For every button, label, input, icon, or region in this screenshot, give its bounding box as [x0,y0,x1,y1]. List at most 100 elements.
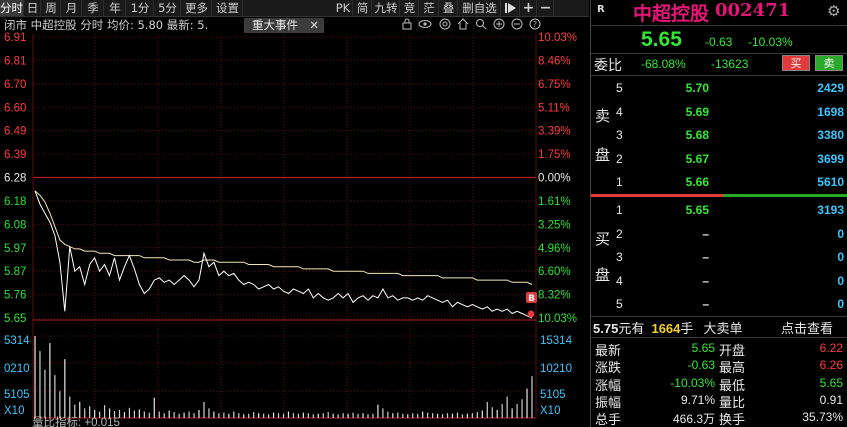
pct-tick-label: 8.32% [538,290,571,302]
sell-level-row[interactable]: 2 5.67 3699 [591,152,847,170]
price-tick-label: 6.49 [4,126,26,138]
stat-label: 总手 [595,413,622,427]
stock-name: 中超控股 [633,3,710,25]
b-marker[interactable]: B [526,292,537,318]
big-order-unit2: 手 [680,322,694,337]
sell-button[interactable]: 卖 [815,55,843,71]
price-tick-label: 6.60 [4,102,26,114]
sell-level-row[interactable]: 3 5.68 3380 [591,128,847,146]
sell-level-row[interactable]: 1 5.66 5610 [591,175,847,193]
price-tick-label: 5.97 [4,243,26,255]
price-tick-label: 6.91 [4,32,26,44]
pct-tick-label: 3.39% [538,126,571,138]
volume-tick-label: X10 [4,405,24,417]
price-tick-label: 5.65 [4,313,26,325]
volume-tick-label: 5314 [4,335,30,347]
sell-pressure-bar [591,194,723,197]
level-volume: 0 [837,273,844,288]
buy-pressure-bar [723,194,847,197]
stat-row: 振幅 9.71% 量比 0.91 [591,392,847,411]
price-tick-label: 6.81 [4,55,26,67]
price-tick-label: 6.39 [4,149,26,161]
volume-tick-label-right: 15314 [540,335,573,347]
sell-level-row[interactable]: 5 5.70 2429 [591,81,847,99]
buy-level-row[interactable]: 4 – 0 [591,274,847,292]
stat-label: 最高 [719,361,746,377]
big-order-qty: 1664 [651,321,681,336]
pct-tick-label: 10.03% [538,32,577,44]
price-tick-label: 5.87 [4,266,26,278]
level-number: 4 [616,104,623,119]
level-volume: 3193 [817,203,844,217]
stat-value: 5.65 [691,341,715,355]
buy-level-row[interactable]: 2 – 0 [591,227,847,245]
buy-level-row[interactable]: 3 – 0 [591,250,847,268]
level-volume: 0 [837,250,844,264]
buy-level-row[interactable]: 1 5.65 3193 [591,203,847,221]
level-number: 2 [616,151,623,166]
intraday-chart: 6.91 10.03% 6.81 8.46% 6.70 6.75% 6.60 5.11% 6.4… [4,32,577,427]
big-order-label: 大卖单 [703,322,743,337]
volume-tick-label-right: 5105 [540,389,566,401]
stat-row: 涨跌 -0.63 最高 6.26 [591,357,847,377]
volume-tick-label: 0210 [4,363,30,375]
level-volume: 3699 [817,151,844,166]
stat-row: 最新 5.65 开盘 6.22 [591,340,847,359]
big-order-row[interactable]: 5.75元有 1664手 大卖单 [593,318,743,337]
level-number: 1 [616,175,623,189]
level-price: 5.66 [685,175,709,189]
last-price-dot [527,310,535,318]
level-price: 5.65 [685,203,709,217]
level-price: 5.69 [685,104,709,119]
stat-label: 量比 [719,395,746,411]
level-price: 5.70 [685,81,709,95]
last-price: 5.65 [641,28,682,51]
volume-tick-label-right: 10210 [540,363,572,375]
level-number: 4 [616,273,623,288]
webi-value: -68.08% [641,57,686,71]
click-to-view-link[interactable]: 点击查看 [781,318,833,337]
average-price-line [34,190,533,285]
level-price: 5.68 [685,128,709,142]
stat-row: 总手 466.3万 换手 35.73% [591,409,847,427]
price-tick-label: 6.18 [4,196,26,208]
pct-tick-label: 10.03% [538,313,577,325]
price-change-pct: -10.03% [748,35,793,49]
buy-button[interactable]: 买 [782,55,810,71]
stat-label: 振幅 [595,395,622,411]
stat-value: 6.26 [819,358,843,373]
price-tick-label: 6.28 [4,173,26,185]
level-volume: 5610 [817,175,844,189]
realtime-badge: R [597,4,605,15]
price-axis: 6.91 10.03% 6.81 8.46% 6.70 6.75% 6.60 5.11% 6.4… [4,32,577,325]
pct-tick-label: 3.25% [538,219,571,231]
price-tick-label: 6.70 [4,79,26,91]
stock-code: 002471 [715,0,791,21]
stat-label: 最新 [595,344,622,359]
volume-tick-label: 5105 [4,389,30,401]
buy-level-row[interactable]: 5 – 0 [591,297,847,315]
stat-label: 最低 [719,378,746,394]
level-number: 3 [616,128,623,142]
gear-icon[interactable]: ⚙ [827,2,840,20]
price-tick-label: 6.08 [4,219,26,231]
pct-tick-label: 5.11% [538,102,570,114]
big-order-price: 5.75 [593,321,619,336]
level-number: 5 [616,297,623,311]
pct-tick-label: 1.75% [538,149,571,161]
level-price: – [702,250,709,264]
sell-level-row[interactable]: 4 5.69 1698 [591,105,847,123]
stat-value: -10.03% [670,375,715,390]
volume-tick-label-right: X10 [540,405,560,417]
level-volume: 2429 [817,81,844,95]
stat-value: 6.22 [819,341,843,355]
level-volume: 3380 [817,128,844,142]
pct-tick-label: 6.60% [538,266,571,278]
level-price: – [702,273,709,288]
level-price: – [702,226,709,241]
svg-text:B: B [528,294,535,304]
level-price: – [702,297,709,311]
volume-ratio-indicator: 量比指标: +0.015 [32,415,120,427]
level-number: 3 [616,250,623,264]
level-number: 5 [616,81,623,95]
